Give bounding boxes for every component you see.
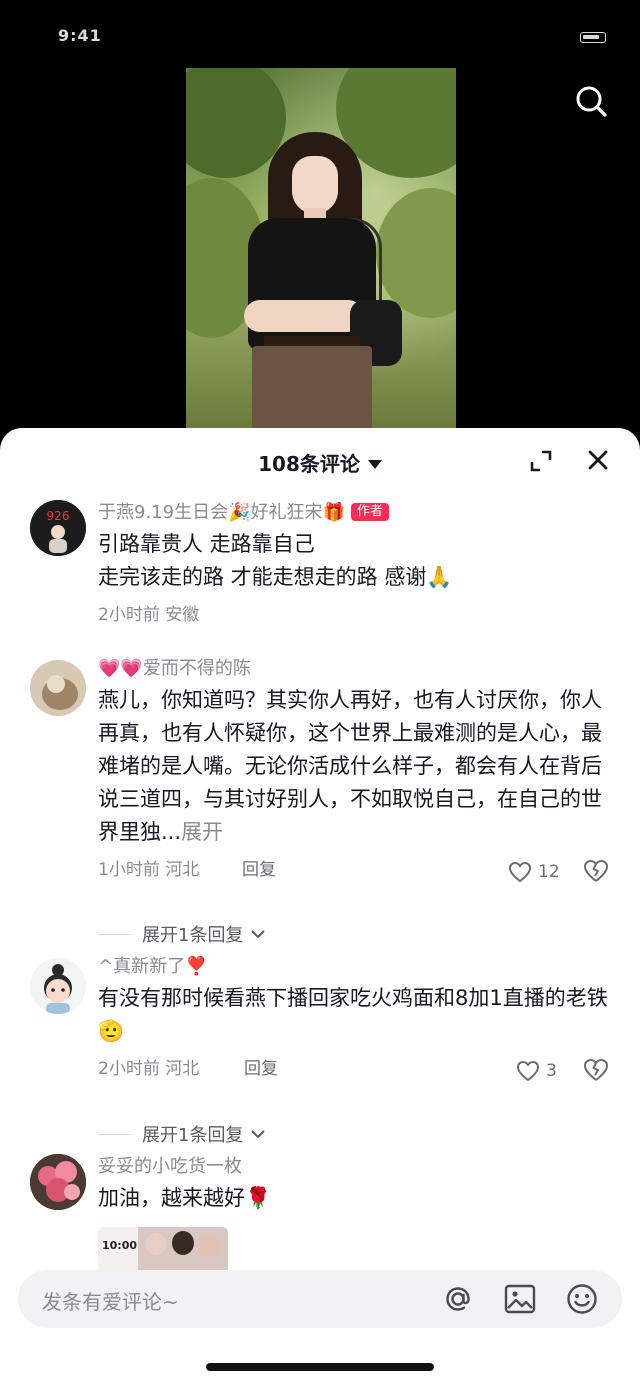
expand-icon[interactable] (528, 448, 554, 474)
svg-text:926: 926 (47, 509, 70, 523)
heart-icon (516, 1060, 540, 1082)
comment-text: 燕儿，你知道吗？其实你人再好，也有人讨厌你，你人再真，也有人怀疑你，这个世界上最… (98, 688, 602, 844)
like-button[interactable]: 3 (516, 1056, 557, 1086)
avatar[interactable] (30, 1154, 86, 1210)
reply-button[interactable]: 回复 (242, 857, 276, 883)
comment-meta: 1小时前 河北 回复 12 (98, 857, 616, 887)
author-badge: 作者 (350, 503, 389, 521)
sheet-header: 108条评论 (0, 428, 640, 492)
like-button[interactable]: 12 (508, 857, 560, 887)
expand-replies-button[interactable]: 展开1条回复 (98, 920, 267, 948)
dislike-icon[interactable] (582, 1056, 610, 1084)
dislike-icon[interactable] (582, 857, 610, 885)
chevron-down-icon (251, 1130, 266, 1139)
caret-down-icon (367, 460, 382, 469)
expand-replies-button[interactable]: 展开1条回复 (98, 1120, 267, 1148)
emoji-icon[interactable] (564, 1281, 600, 1317)
search-icon[interactable] (570, 80, 612, 122)
home-indicator[interactable] (206, 1363, 434, 1371)
comment-text: 有没有那时候看燕下播回家吃火鸡面和8加1直播的老铁🫡 (98, 986, 608, 1043)
avatar[interactable] (30, 660, 86, 716)
heart-icon (508, 861, 532, 883)
comment-meta: 2小时前 河北 回复 3 (98, 1056, 616, 1086)
comment-text: 引路靠贵人 走路靠自己 走完该走的路 才能走想走的路 感谢🙏 (98, 532, 453, 589)
avatar[interactable] (30, 958, 86, 1014)
comment-image-thumbnail[interactable]: 10:00 (98, 1227, 228, 1271)
comment-username[interactable]: 💗💗爱而不得的陈 (98, 656, 616, 682)
comment-username[interactable]: 于燕9.19生日会🎉好礼狂宋🎁 作者 (98, 500, 616, 526)
comment-username[interactable]: ^真新新了❣️ (98, 954, 616, 980)
screen: 9:41 108条评论 926 于燕9.19生日会🎉好礼狂宋🎁 作者 引路靠贵人… (0, 0, 640, 1385)
reply-button[interactable]: 回复 (244, 1056, 278, 1082)
video-preview[interactable] (186, 68, 456, 430)
comment-text: 加油，越来越好🌹 (98, 1186, 272, 1210)
at-icon[interactable] (440, 1281, 476, 1317)
comment-username[interactable]: 妥妥的小吃货一枚 (98, 1154, 616, 1180)
comment-sheet: 108条评论 926 于燕9.19生日会🎉好礼狂宋🎁 作者 引路靠贵人 走路靠自己… (0, 428, 640, 1385)
comment-meta: 2小时前 安徽 (98, 605, 200, 625)
status-time: 9:41 (58, 26, 102, 45)
comment-input-placeholder: 发条有爱评论~ (42, 1290, 179, 1314)
close-icon[interactable] (584, 446, 612, 474)
chevron-down-icon (251, 930, 266, 939)
avatar[interactable]: 926 (30, 500, 86, 556)
comment-input[interactable]: 发条有爱评论~ (18, 1270, 622, 1328)
battery-icon (566, 30, 606, 44)
image-icon[interactable] (502, 1281, 538, 1317)
thumbnail-time: 10:00 (102, 1239, 138, 1252)
expand-text-link[interactable]: 展开 (181, 820, 223, 844)
